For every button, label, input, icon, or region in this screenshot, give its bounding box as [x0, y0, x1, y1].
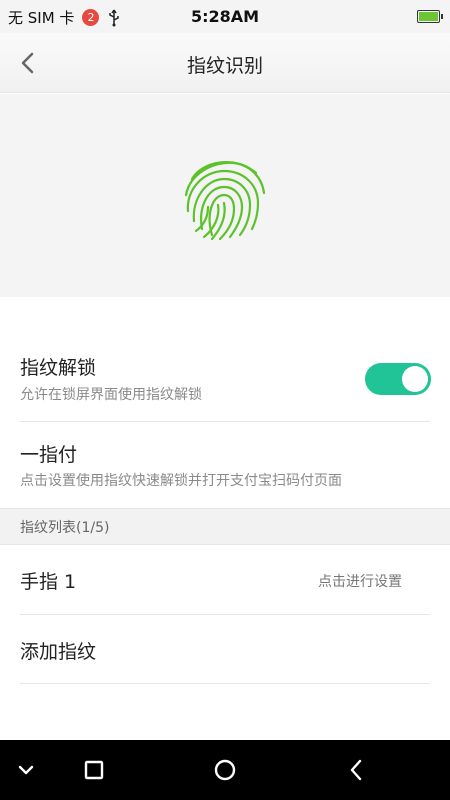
fingerprint-list-header: 指纹列表(1/5) [0, 508, 450, 545]
fingerprint-icon [184, 161, 266, 241]
pay-title: 一指付 [20, 444, 78, 466]
nav-bar [0, 740, 450, 800]
clock: 5:28AM [190, 7, 260, 26]
add-fingerprint-label: 添加指纹 [20, 641, 97, 663]
pay-row[interactable]: 一指付 点击设置使用指纹快速解锁并打开支付宝扫码付页面 [0, 422, 450, 508]
unlock-toggle[interactable] [365, 363, 431, 395]
battery-icon [417, 10, 443, 23]
finger-label: 手指 1 [20, 571, 77, 593]
square-icon[interactable] [78, 754, 110, 786]
fingerprint-hero [0, 94, 450, 297]
toggle-knob [402, 366, 428, 392]
pay-subtitle: 点击设置使用指纹快速解锁并打开支付宝扫码付页面 [20, 473, 342, 489]
section-header-label: 指纹列表(1/5) [20, 520, 110, 536]
divider [20, 683, 430, 684]
page-title: 指纹识别 [186, 55, 263, 77]
finger-action: 点击进行设置 [318, 574, 402, 590]
unlock-title: 指纹解锁 [20, 357, 97, 379]
app-bar: 指纹识别 [0, 33, 450, 93]
chevron-left-icon[interactable] [341, 754, 373, 786]
unlock-subtitle: 允许在锁屏界面使用指纹解锁 [20, 387, 202, 403]
chevron-down-icon[interactable] [10, 754, 42, 786]
circle-icon[interactable] [209, 754, 241, 786]
finger-row[interactable]: 手指 1 点击进行设置 [0, 545, 450, 614]
add-fingerprint-row[interactable]: 添加指纹 [0, 615, 450, 683]
status-bar: 无 SIM 卡 2 5:28AM [0, 0, 450, 33]
